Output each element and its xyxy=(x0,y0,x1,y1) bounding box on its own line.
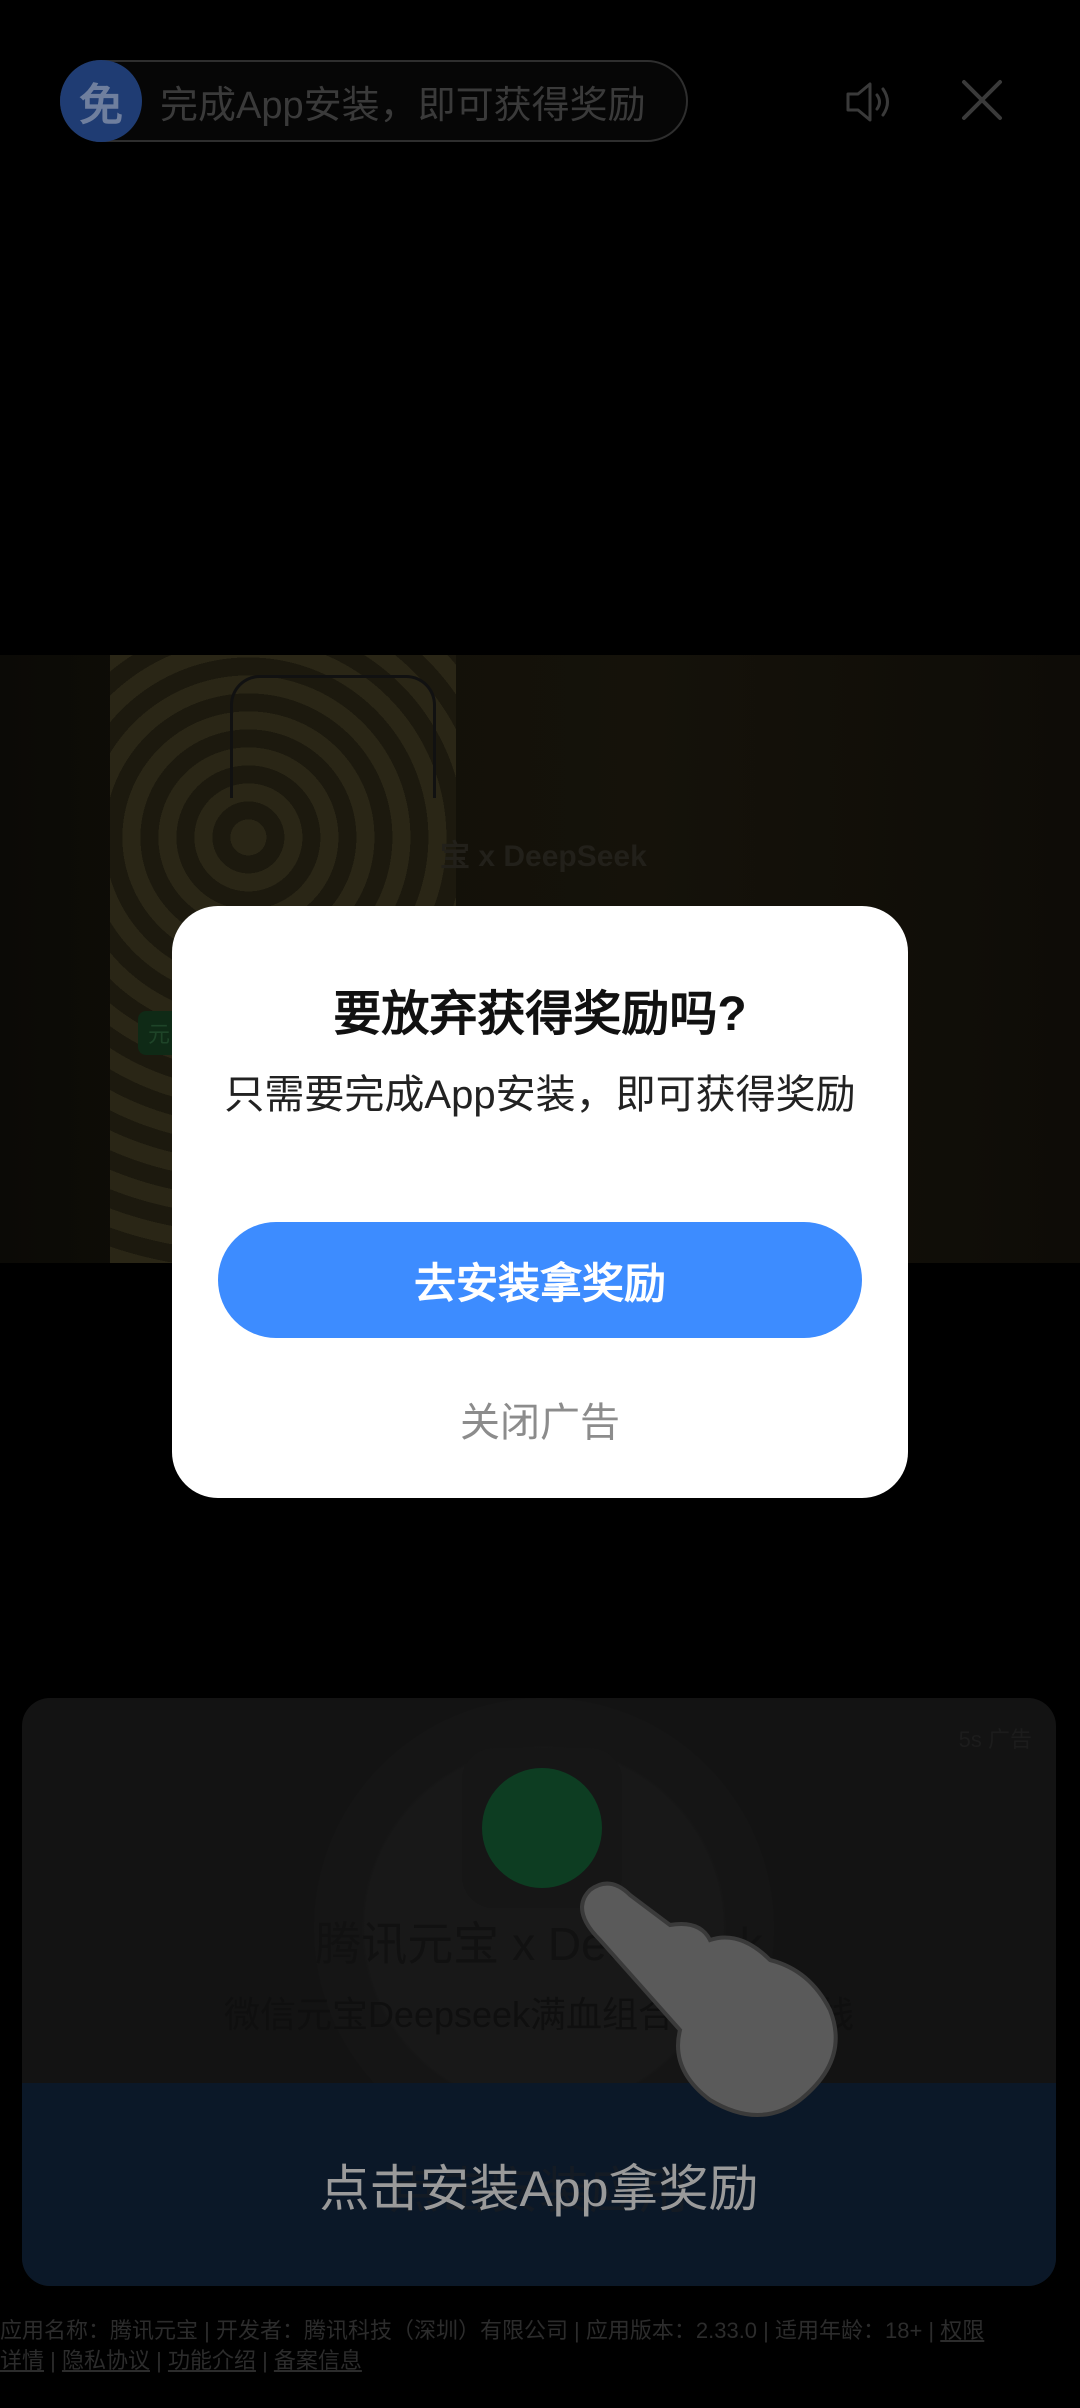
app-info-footer: 应用名称：腾讯元宝 | 开发者：腾讯科技（深圳）有限公司 | 应用版本：2.33… xyxy=(0,2318,985,2373)
features-link[interactable]: 功能介绍 xyxy=(168,2348,256,2373)
ad-card[interactable]: 5s 广告 腾讯元宝 x DeepSeek 微信元宝Deepseek满血组合，稳… xyxy=(22,1698,1056,2286)
footer-info: 应用名称：腾讯元宝 | 开发者：腾讯科技（深圳）有限公司 | 应用版本：2.33… xyxy=(0,2318,935,2343)
privacy-link[interactable]: 隐私协议 xyxy=(62,2348,150,2373)
ad-sponsor-label: 5s 广告 xyxy=(958,1727,1032,1752)
speaker-icon[interactable] xyxy=(842,76,894,128)
install-cta-text: 点击安装App拿奖励 xyxy=(319,2160,759,2217)
install-cta-bar[interactable]: 点击安装应用 点击安装App拿奖励 xyxy=(22,2083,1056,2286)
reward-text: 完成App安装，即可获得奖励 xyxy=(160,84,646,127)
filing-link[interactable]: 备案信息 xyxy=(274,2348,362,2373)
permission-link[interactable]: 权限 xyxy=(940,2318,984,2343)
install-reward-button[interactable]: 去安装拿奖励 xyxy=(218,1222,862,1338)
dialog-message: 只需要完成App安装，即可获得奖励 xyxy=(224,1073,856,1117)
free-badge: 免 xyxy=(60,60,142,142)
dialog-title: 要放弃获得奖励吗? xyxy=(333,988,747,1041)
close-icon[interactable] xyxy=(958,76,1006,124)
video-title: 宝 x DeepSeek xyxy=(440,840,647,873)
close-ad-button[interactable]: 关闭广告 xyxy=(172,1390,908,1448)
ad-description: 微信元宝Deepseek满血组合，稳定在线 xyxy=(223,1994,855,2035)
details-link[interactable]: 详情 xyxy=(0,2348,44,2373)
ad-app-title: 腾讯元宝 x DeepSeek xyxy=(315,1918,763,1970)
pointing-hand-icon xyxy=(580,1881,838,2117)
abandon-reward-dialog: 要放弃获得奖励吗? 只需要完成App安装，即可获得奖励 去安装拿奖励 关闭广告 xyxy=(172,906,908,1498)
reward-pill: 免 完成App安装，即可获得奖励 xyxy=(60,60,688,142)
